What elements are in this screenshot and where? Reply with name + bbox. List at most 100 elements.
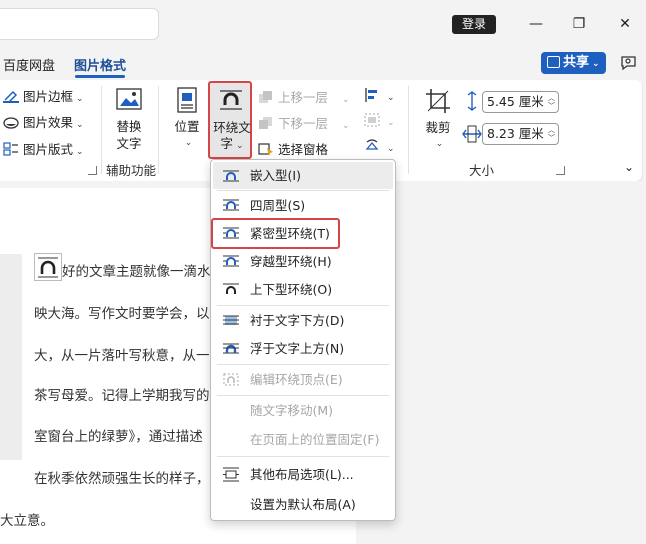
- height-icon: [467, 91, 477, 111]
- active-tab-indicator: [75, 75, 125, 78]
- title-bar: 登录 — ❐ ✕: [0, 0, 646, 48]
- menu-item-label: 衬于文字下方(D): [250, 313, 345, 328]
- menu-item-move-with-text[interactable]: 随文字移动(M): [213, 397, 393, 424]
- menu-item-label: 其他布局选项(L)...: [250, 467, 354, 482]
- menu-item-square[interactable]: 四周型(S): [213, 192, 393, 219]
- share-button[interactable]: 共享 ⌄: [541, 52, 606, 74]
- position-icon: [177, 87, 197, 113]
- alt-text-label-2: 文字: [116, 136, 142, 151]
- alt-text-icon: [116, 88, 142, 110]
- width-input[interactable]: 8.23 厘米 ︿ ﹀: [482, 123, 559, 145]
- search-input[interactable]: [0, 8, 159, 40]
- doc-line: 大，从一片落叶写秋意，从一: [34, 348, 210, 364]
- picture-border-button[interactable]: 图片边框 ⌄: [3, 86, 84, 105]
- maximize-button[interactable]: ❐: [568, 13, 590, 35]
- inline-image[interactable]: [34, 253, 62, 281]
- bring-forward-button[interactable]: 上移一层 ⌄: [258, 87, 350, 106]
- crop-label: 裁剪: [425, 120, 451, 135]
- height-value: 5.45 厘米: [487, 94, 544, 109]
- layout-options-icon: [223, 467, 239, 482]
- picture-layout-label: 图片版式: [23, 142, 74, 157]
- menu-item-label: 穿越型环绕(H): [250, 254, 332, 269]
- selection-pane-button[interactable]: 选择窗格: [258, 139, 328, 158]
- through-wrap-icon: [223, 255, 239, 267]
- divider: [408, 86, 409, 174]
- menu-separator: [217, 190, 389, 191]
- share-icon: [547, 56, 560, 68]
- behind-text-icon: [223, 315, 239, 325]
- selection-pane-icon: [258, 143, 273, 156]
- size-launcher[interactable]: [556, 166, 565, 175]
- accessibility-group-label: 辅助功能: [106, 163, 157, 178]
- wrap-text-icon: [220, 90, 242, 110]
- menu-item-in-front-of-text[interactable]: 浮于文字上方(N): [213, 335, 393, 362]
- height-spinner[interactable]: ︿ ﹀: [548, 94, 555, 110]
- menu-item-label: 浮于文字上方(N): [250, 341, 345, 356]
- picture-border-label: 图片边框: [23, 89, 74, 104]
- rotate-button[interactable]: ⌄: [364, 139, 395, 154]
- collapse-ribbon-button[interactable]: ⌄: [624, 160, 634, 174]
- width-value: 8.23 厘米: [487, 126, 544, 141]
- login-button[interactable]: 登录: [452, 15, 496, 34]
- menu-item-label: 编辑环绕顶点(E): [250, 372, 343, 387]
- menu-item-more-layout-options[interactable]: 其他布局选项(L)...: [213, 461, 393, 488]
- quote-block: [0, 254, 22, 460]
- group-objects-icon: [364, 113, 380, 127]
- picture-effects-button[interactable]: 图片效果 ⌄: [3, 112, 84, 131]
- doc-line: 好的文章主题就像一滴水: [62, 264, 211, 280]
- send-backward-label: 下移一层: [278, 116, 329, 131]
- picture-styles-launcher[interactable]: [88, 166, 97, 175]
- wrap-text-label-2: 字: [220, 136, 233, 151]
- menu-separator: [217, 456, 389, 457]
- crop-icon: [426, 89, 450, 113]
- menu-item-inline[interactable]: 嵌入型(I): [213, 162, 393, 189]
- share-label: 共享: [563, 55, 590, 70]
- menu-item-top-bottom[interactable]: 上下型环绕(O): [213, 276, 393, 303]
- tab-picture-format[interactable]: 图片格式: [74, 55, 126, 74]
- tab-baidu-netdisk[interactable]: 百度网盘: [3, 55, 55, 74]
- close-button[interactable]: ✕: [614, 13, 636, 35]
- doc-line: 室窗台上的绿萝》，通过描述: [34, 429, 203, 445]
- menu-item-fix-position[interactable]: 在页面上的位置固定(F): [213, 426, 393, 453]
- picture-effects-icon: [3, 117, 19, 129]
- edit-wrap-points-icon: [223, 373, 239, 386]
- width-spinner[interactable]: ︿ ﹀: [548, 126, 555, 142]
- comments-icon[interactable]: [619, 53, 639, 73]
- menu-item-label: 随文字移动(M): [250, 403, 334, 418]
- doc-line: 映大海。写作文时要学会，以: [34, 306, 210, 322]
- menu-separator: [217, 395, 389, 396]
- menu-item-label: 上下型环绕(O): [250, 282, 333, 297]
- menu-item-through[interactable]: 穿越型环绕(H): [213, 248, 393, 275]
- wrap-text-button[interactable]: 环绕文 字 ⌄: [208, 81, 252, 159]
- group-button[interactable]: ⌄: [364, 113, 395, 128]
- selection-pane-label: 选择窗格: [278, 142, 329, 157]
- wrap-text-label-1: 环绕文: [213, 120, 251, 135]
- height-input[interactable]: 5.45 厘米 ︿ ﹀: [482, 91, 559, 113]
- inline-wrap-icon: [223, 170, 239, 182]
- menu-separator: [217, 305, 389, 306]
- crop-button[interactable]: 裁剪 ⌄: [422, 87, 454, 153]
- minimize-button[interactable]: —: [525, 13, 547, 35]
- menu-item-edit-wrap-points[interactable]: 编辑环绕顶点(E): [213, 366, 393, 393]
- picture-layout-icon: [3, 142, 18, 156]
- divider: [101, 86, 102, 174]
- position-button[interactable]: 位置 ⌄: [171, 86, 203, 152]
- in-front-text-icon: [223, 343, 239, 354]
- picture-layout-button[interactable]: 图片版式 ⌄: [3, 139, 84, 158]
- align-button[interactable]: ⌄: [364, 88, 395, 103]
- menu-item-set-as-default[interactable]: 设置为默认布局(A): [213, 491, 393, 518]
- menu-item-label: 在页面上的位置固定(F): [250, 432, 380, 447]
- send-backward-icon: [259, 117, 272, 129]
- alt-text-button[interactable]: 替换 文字: [109, 86, 149, 152]
- menu-item-label: 嵌入型(I): [250, 168, 301, 183]
- menu-item-behind-text[interactable]: 衬于文字下方(D): [213, 307, 393, 334]
- doc-line: 在秋季依然顽强生长的样子，: [34, 471, 210, 487]
- picture-border-icon: [3, 90, 19, 103]
- align-icon: [365, 88, 377, 102]
- bring-forward-label: 上移一层: [278, 90, 329, 105]
- rotate-icon: [365, 139, 379, 150]
- top-bottom-wrap-icon: [223, 283, 239, 294]
- picture-effects-label: 图片效果: [23, 115, 74, 130]
- menu-item-label: 设置为默认布局(A): [250, 497, 356, 512]
- send-backward-button[interactable]: 下移一层 ⌄: [258, 113, 350, 132]
